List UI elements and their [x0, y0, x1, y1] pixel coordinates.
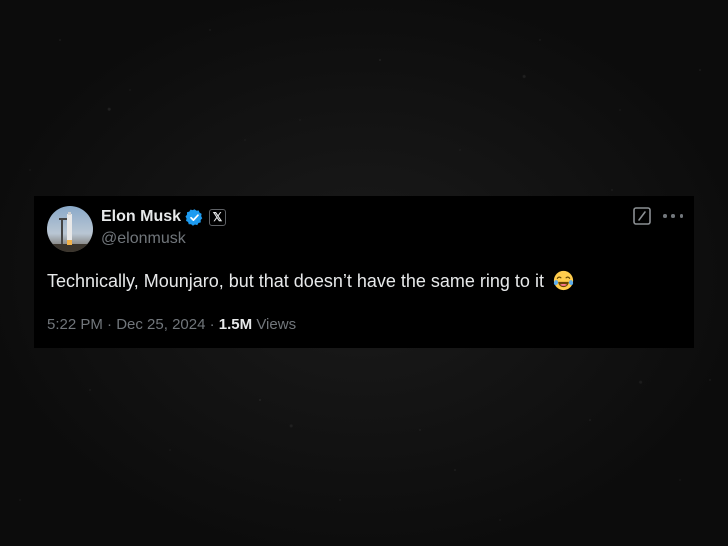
- tweet-text-body: Technically, Mounjaro, but that doesn’t …: [47, 271, 544, 291]
- views-count[interactable]: 1.5M: [219, 316, 252, 333]
- name-row: Elon Musk 𝕏: [101, 207, 227, 227]
- display-name[interactable]: Elon Musk: [101, 208, 181, 226]
- meta-separator: ·: [107, 316, 113, 333]
- x-affiliation-badge[interactable]: 𝕏: [209, 208, 227, 226]
- tweet-text: Technically, Mounjaro, but that doesn’t …: [47, 270, 574, 292]
- face-with-tears-of-joy-icon: [553, 270, 574, 291]
- verified-badge-icon: [185, 208, 204, 227]
- views-label: Views: [256, 316, 297, 333]
- handle[interactable]: @elonmusk: [101, 230, 186, 248]
- meta-separator: ·: [209, 316, 215, 333]
- more-options-icon[interactable]: [663, 207, 683, 225]
- tweet-card[interactable]: Elon Musk 𝕏 @elonmusk Technically, Mounj…: [34, 196, 694, 348]
- avatar-image: [47, 206, 93, 252]
- tweet-time[interactable]: 5:22 PM: [47, 316, 103, 333]
- grok-icon[interactable]: [633, 207, 651, 225]
- tweet-date[interactable]: Dec 25, 2024: [116, 316, 205, 333]
- tweet-meta: 5:22 PM · Dec 25, 2024 · 1.5M Views: [47, 316, 296, 333]
- avatar[interactable]: [47, 206, 93, 252]
